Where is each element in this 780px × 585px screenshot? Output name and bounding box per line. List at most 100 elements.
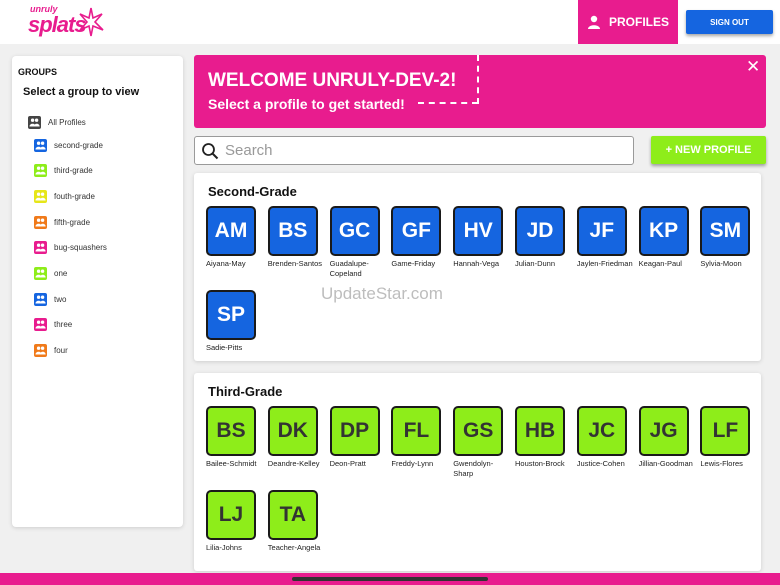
profile-avatar[interactable]: JD bbox=[515, 206, 565, 256]
profile-avatar[interactable]: JF bbox=[576, 206, 627, 256]
people-icon bbox=[34, 241, 47, 255]
welcome-subtitle: Select a profile to get started! bbox=[208, 96, 405, 112]
sidebar-item-label: bug-squashers bbox=[54, 243, 107, 253]
profile-avatar[interactable]: DK bbox=[267, 406, 318, 456]
profile-tile[interactable]: LF Lewis-Flores bbox=[700, 406, 751, 469]
sidebar-item-three[interactable]: three bbox=[34, 318, 72, 332]
sidebar-item-label: one bbox=[54, 269, 68, 278]
profile-avatar[interactable]: AM bbox=[206, 206, 256, 256]
app-logo[interactable]: unruly splats bbox=[28, 4, 104, 40]
dashed-divider bbox=[477, 55, 479, 104]
splat-icon bbox=[79, 7, 104, 37]
profile-avatar[interactable]: FL bbox=[391, 406, 442, 456]
profile-avatar[interactable]: SP bbox=[206, 290, 256, 340]
profile-tile[interactable]: GF Game-Friday bbox=[391, 206, 442, 269]
profile-tile[interactable]: DP Deon-Pratt bbox=[329, 406, 380, 469]
groups-sidebar: GROUPS Select a group to view All Profil… bbox=[12, 56, 183, 527]
profile-tile[interactable]: DK Deandre-Kelley bbox=[267, 406, 320, 469]
new-profile-button[interactable]: + NEW PROFILE bbox=[651, 136, 766, 164]
group-card-third-grade: Third-Grade BS Bailee-Schmidt DK Deandre-Ke… bbox=[194, 373, 761, 571]
people-icon bbox=[34, 189, 47, 203]
group-card-second-grade: Second-Grade AM Aiyana-May BS Brenden-Santo… bbox=[194, 173, 761, 361]
profile-name: Sadie-Pitts bbox=[206, 343, 243, 352]
sidebar-item-third-grade[interactable]: third-grade bbox=[34, 164, 93, 178]
search-input[interactable] bbox=[225, 142, 605, 159]
profile-tile[interactable]: LJ Lilia-Johns bbox=[206, 490, 256, 553]
profile-avatar[interactable]: LJ bbox=[206, 490, 256, 540]
sidebar-item-second-grade[interactable]: second-grade bbox=[34, 138, 103, 152]
profile-tile[interactable]: GC Guadalupe-Copeland bbox=[329, 206, 380, 279]
profile-tile[interactable]: BS Brenden-Santos bbox=[267, 206, 322, 269]
sidebar-item-one[interactable]: one bbox=[34, 267, 67, 281]
profile-tile[interactable]: SP Sadie-Pitts bbox=[206, 290, 256, 353]
profile-avatar[interactable]: BS bbox=[267, 206, 318, 256]
profile-name: Deon-Pratt bbox=[329, 459, 366, 468]
sidebar-item-label: fifth-grade bbox=[54, 217, 91, 227]
group-card-title: Third-Grade bbox=[208, 384, 283, 399]
sign-out-button[interactable]: SIGN OUT bbox=[686, 10, 773, 34]
profile-name: Teacher-Angela bbox=[267, 543, 321, 552]
profile-tile[interactable]: HV Hannah-Vega bbox=[453, 206, 504, 269]
profile-name: Jillian-Goodman bbox=[638, 459, 693, 468]
profile-tile[interactable]: FL Freddy-Lynn bbox=[391, 406, 442, 469]
profile-name: Sylvia-Moon bbox=[700, 259, 742, 268]
welcome-banner: WELCOME UNRULY-DEV-2! Select a profile t… bbox=[194, 55, 766, 128]
profile-name: Justice-Cohen bbox=[576, 459, 625, 468]
profile-avatar[interactable]: BS bbox=[206, 406, 256, 456]
profile-tile[interactable]: AM Aiyana-May bbox=[206, 206, 256, 269]
profile-tile[interactable]: JF Jaylen-Friedman bbox=[576, 206, 633, 269]
search-icon bbox=[202, 142, 219, 159]
profile-tile[interactable]: KP Keagan-Paul bbox=[638, 206, 689, 269]
profile-avatar[interactable]: TA bbox=[267, 490, 318, 540]
close-icon[interactable]: ✕ bbox=[746, 57, 760, 77]
profile-tile[interactable]: SM Sylvia-Moon bbox=[700, 206, 751, 269]
profile-avatar[interactable]: LF bbox=[700, 406, 751, 456]
profile-tile[interactable]: GS Gwendolyn-Sharp bbox=[453, 406, 504, 479]
profile-name: Game-Friday bbox=[391, 259, 436, 268]
profile-name: Gwendolyn-Sharp bbox=[453, 459, 494, 478]
profile-avatar[interactable]: HB bbox=[515, 406, 565, 456]
home-indicator[interactable] bbox=[292, 577, 488, 581]
group-card-title: Second-Grade bbox=[208, 184, 297, 199]
profile-tile[interactable]: JD Julian-Dunn bbox=[515, 206, 565, 269]
profile-avatar[interactable]: GS bbox=[453, 406, 504, 456]
profile-avatar[interactable]: KP bbox=[638, 206, 689, 256]
profile-avatar[interactable]: DP bbox=[329, 406, 380, 456]
profile-avatar[interactable]: JC bbox=[576, 406, 627, 456]
profile-avatar[interactable]: HV bbox=[453, 206, 504, 256]
profile-avatar[interactable]: JG bbox=[638, 406, 689, 456]
profile-tile[interactable]: BS Bailee-Schmidt bbox=[206, 406, 256, 469]
profile-avatar[interactable]: SM bbox=[700, 206, 751, 256]
sidebar-item-two[interactable]: two bbox=[34, 292, 66, 306]
profile-name: Bailee-Schmidt bbox=[206, 459, 257, 468]
profiles-tab[interactable]: PROFILES bbox=[578, 0, 678, 44]
sidebar-item-label: third-grade bbox=[54, 166, 93, 176]
profile-tile[interactable]: HB Houston-Brock bbox=[515, 406, 565, 469]
profile-name: Keagan-Paul bbox=[638, 259, 682, 268]
profile-name: Hannah-Vega bbox=[453, 259, 500, 268]
sidebar-item-label: two bbox=[54, 294, 67, 304]
sidebar-item-all-profiles[interactable]: All Profiles bbox=[28, 115, 86, 129]
profile-name: Aiyana-May bbox=[206, 259, 246, 268]
profile-tile[interactable]: TA Teacher-Angela bbox=[267, 490, 320, 553]
search-bar bbox=[194, 136, 634, 165]
profile-name: Brenden-Santos bbox=[267, 259, 322, 268]
sidebar-item-label: second-grade bbox=[54, 140, 103, 150]
profile-name: Lewis-Flores bbox=[700, 459, 743, 468]
people-icon bbox=[28, 115, 41, 129]
profile-tile[interactable]: JC Justice-Cohen bbox=[576, 406, 627, 469]
sidebar-item-label: All Profiles bbox=[48, 117, 86, 127]
sidebar-item-four[interactable]: four bbox=[34, 344, 68, 358]
profile-name: Jaylen-Friedman bbox=[576, 259, 633, 268]
welcome-title: WELCOME UNRULY-DEV-2! bbox=[208, 70, 457, 91]
groups-subtitle: Select a group to view bbox=[23, 86, 140, 98]
sidebar-item-fouth-grade[interactable]: fouth-grade bbox=[34, 189, 95, 203]
sidebar-item-fifth-grade[interactable]: fifth-grade bbox=[34, 215, 90, 229]
person-icon bbox=[587, 15, 600, 29]
sidebar-item-bug-squashers[interactable]: bug-squashers bbox=[34, 241, 107, 255]
profile-avatar[interactable]: GF bbox=[391, 206, 442, 256]
profile-avatar[interactable]: GC bbox=[329, 206, 380, 256]
logo-big-text: splats bbox=[28, 12, 87, 37]
profile-name: Lilia-Johns bbox=[206, 543, 242, 552]
profile-tile[interactable]: JG Jillian-Goodman bbox=[638, 406, 693, 469]
